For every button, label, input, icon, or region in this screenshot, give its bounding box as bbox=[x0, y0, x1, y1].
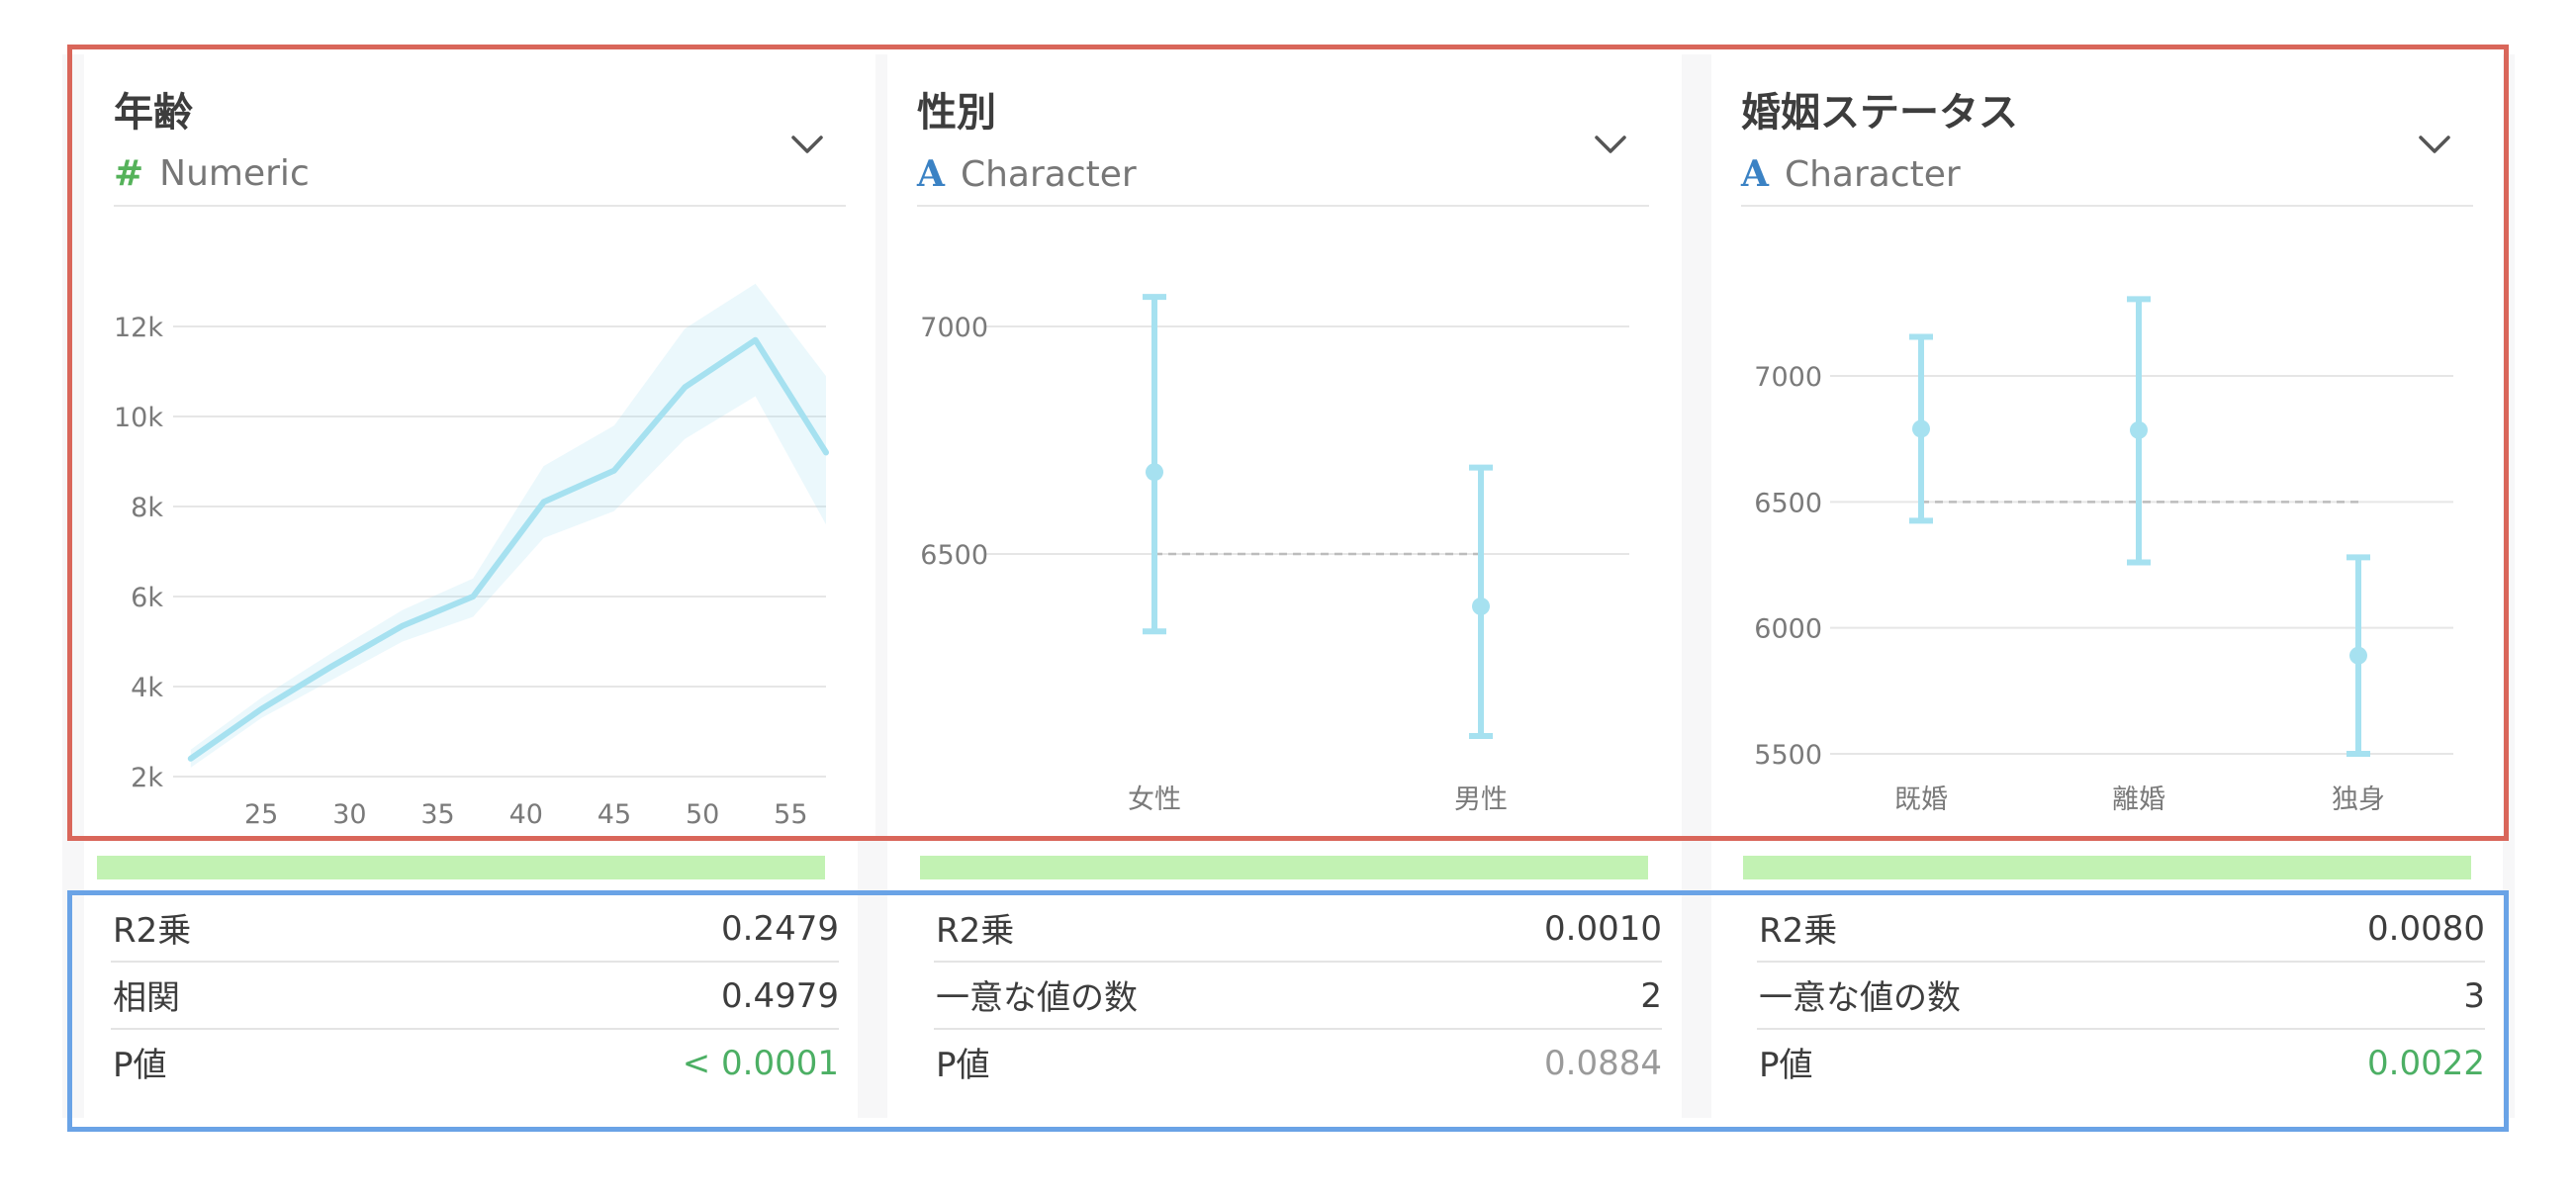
x-tick-label: 40 bbox=[509, 799, 543, 830]
summary-bar bbox=[97, 856, 825, 879]
x-tick-label: 45 bbox=[598, 799, 631, 830]
stat-row-p-value: P値 0.0884 bbox=[934, 1030, 1662, 1095]
stat-label: P値 bbox=[1759, 1046, 1813, 1085]
mean-point bbox=[2349, 646, 2367, 665]
stat-label: 一意な値の数 bbox=[1759, 978, 1961, 1018]
chevron-down-icon[interactable] bbox=[790, 134, 824, 155]
x-tick-label: 男性 bbox=[1454, 784, 1508, 815]
stats-table: R2乗 0.0010 一意な値の数 2 P値 0.0884 bbox=[934, 895, 1662, 1095]
x-tick-label: 35 bbox=[420, 799, 454, 830]
stat-label: R2乗 bbox=[1759, 911, 1838, 951]
summary-bar bbox=[920, 856, 1648, 879]
x-tick-label: 離婚 bbox=[2112, 784, 2165, 815]
age-line-chart: 2k 4k 6k 8k 10k 12k 25 30 35 40 45 50 55 bbox=[114, 283, 829, 830]
mean-point bbox=[2130, 420, 2148, 439]
card-title: 性別 bbox=[917, 90, 996, 136]
stat-row-p-value: P値 < 0.0001 bbox=[111, 1030, 839, 1095]
y-tick-label: 6k bbox=[131, 583, 163, 613]
stat-value: 0.0022 bbox=[2367, 1044, 2485, 1083]
card-title: 婚姻ステータス bbox=[1741, 90, 2018, 136]
y-tick-label: 10k bbox=[114, 403, 163, 433]
stat-label: R2乗 bbox=[113, 911, 192, 951]
chevron-down-icon[interactable] bbox=[2418, 134, 2451, 155]
stats-table: R2乗 0.2479 相関 0.4979 P値 < 0.0001 bbox=[111, 895, 839, 1095]
y-tick-label: 6500 bbox=[1754, 488, 1822, 518]
chevron-down-icon[interactable] bbox=[1594, 134, 1627, 155]
y-tick-label: 6500 bbox=[920, 540, 988, 571]
stat-label: 相関 bbox=[113, 978, 180, 1018]
mean-point bbox=[1912, 419, 1930, 438]
y-tick-label: 2k bbox=[131, 763, 163, 793]
column-type-label: Numeric bbox=[159, 153, 310, 194]
x-tick-label: 25 bbox=[244, 799, 278, 830]
character-type-icon: A bbox=[1741, 153, 1769, 195]
stat-value: 0.0080 bbox=[2367, 909, 2485, 949]
summary-bar bbox=[1743, 856, 2471, 879]
mean-point bbox=[1472, 597, 1490, 615]
x-tick-label: 55 bbox=[774, 799, 807, 830]
numeric-type-icon: # bbox=[114, 153, 144, 194]
stat-row-r2: R2乗 0.2479 bbox=[111, 895, 839, 963]
card-header: 性別 A Character bbox=[917, 74, 1649, 207]
column-gutter bbox=[62, 54, 84, 1118]
stat-label: R2乗 bbox=[936, 911, 1015, 951]
stat-value: < 0.0001 bbox=[682, 1044, 839, 1083]
x-tick-label: 50 bbox=[686, 799, 719, 830]
gender-errorbar-chart: 6500 7000 女性 男性 bbox=[920, 294, 1629, 815]
stats-table: R2乗 0.0080 一意な値の数 3 P値 0.0022 bbox=[1757, 895, 2485, 1095]
stat-value: 0.2479 bbox=[721, 909, 839, 949]
stat-value: 0.0010 bbox=[1544, 909, 1662, 949]
stat-row-correlation: 相関 0.4979 bbox=[111, 963, 839, 1030]
stat-value: 0.0884 bbox=[1544, 1044, 1662, 1083]
y-tick-label: 4k bbox=[131, 673, 163, 703]
column-gutter bbox=[2503, 54, 2515, 1118]
stat-label: P値 bbox=[113, 1046, 167, 1085]
y-tick-label: 6000 bbox=[1754, 614, 1822, 645]
variable-card-marital-status: 婚姻ステータス A Character 5500 6000 6500 7000 既婚 離婚 独… bbox=[1711, 54, 2503, 836]
y-tick-label: 7000 bbox=[1754, 362, 1822, 393]
y-tick-label: 8k bbox=[131, 493, 163, 523]
stat-value: 0.4979 bbox=[721, 976, 839, 1016]
marital-status-errorbar-chart: 5500 6000 6500 7000 既婚 離婚 独身 bbox=[1754, 296, 2453, 815]
column-type-label: Character bbox=[1784, 154, 1961, 195]
character-type-icon: A bbox=[917, 153, 945, 195]
card-header: 年齢 # Numeric bbox=[114, 74, 846, 207]
x-tick-label: 既婚 bbox=[1894, 784, 1948, 815]
y-tick-label: 5500 bbox=[1754, 740, 1822, 771]
x-tick-label: 独身 bbox=[2332, 784, 2385, 815]
variable-card-gender: 性別 A Character 6500 7000 女性 男性 bbox=[887, 54, 1679, 836]
column-type: A Character bbox=[917, 153, 1137, 195]
stat-row-unique-count: 一意な値の数 2 bbox=[934, 963, 1662, 1030]
stat-value: 3 bbox=[2463, 976, 2485, 1016]
column-type: A Character bbox=[1741, 153, 1961, 195]
column-type: # Numeric bbox=[114, 153, 310, 194]
x-tick-label: 女性 bbox=[1128, 784, 1181, 815]
column-gutter bbox=[1682, 54, 1711, 1118]
stat-row-r2: R2乗 0.0080 bbox=[1757, 895, 2485, 963]
stat-row-p-value: P値 0.0022 bbox=[1757, 1030, 2485, 1095]
x-tick-label: 30 bbox=[332, 799, 366, 830]
column-type-label: Character bbox=[960, 154, 1137, 195]
card-header: 婚姻ステータス A Character bbox=[1741, 74, 2473, 207]
stat-label: 一意な値の数 bbox=[936, 978, 1138, 1018]
stat-row-r2: R2乗 0.0010 bbox=[934, 895, 1662, 963]
mean-point bbox=[1146, 463, 1163, 482]
y-tick-label: 12k bbox=[114, 313, 163, 343]
card-title: 年齢 bbox=[114, 90, 193, 136]
y-tick-label: 7000 bbox=[920, 313, 988, 343]
stat-value: 2 bbox=[1640, 976, 1662, 1016]
stat-row-unique-count: 一意な値の数 3 bbox=[1757, 963, 2485, 1030]
stat-label: P値 bbox=[936, 1046, 990, 1085]
variable-card-age: 年齢 # Numeric 2k 4k 6k 8k 10k 12k 25 30 35 40 45 50 55 bbox=[84, 54, 875, 836]
